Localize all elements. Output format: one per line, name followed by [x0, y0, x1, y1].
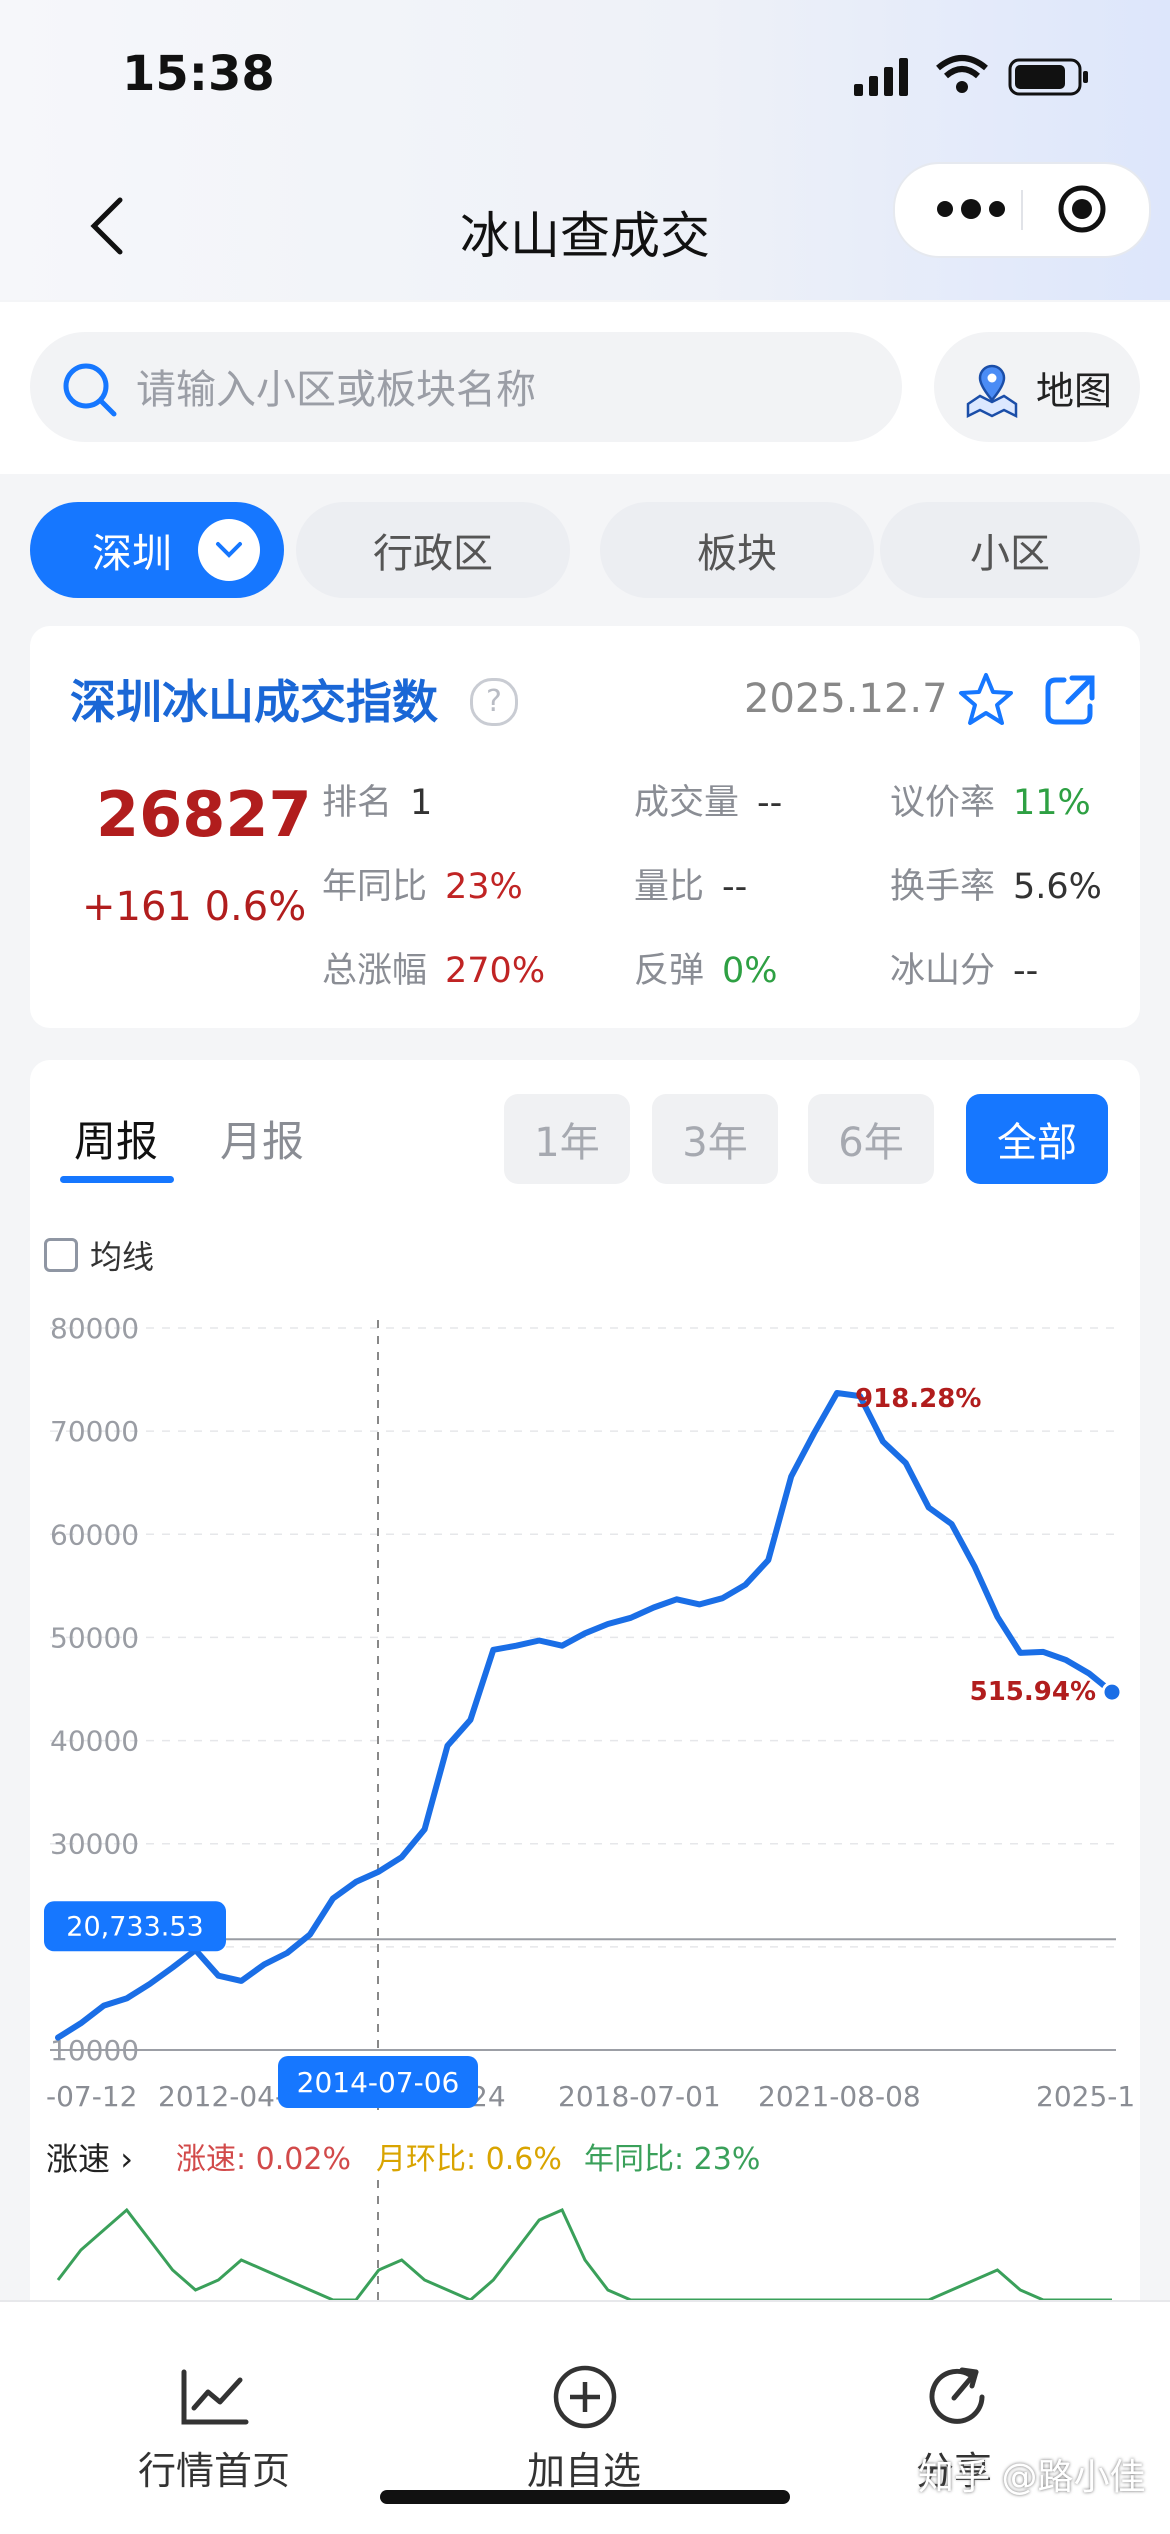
metric-label: 量比	[634, 867, 705, 907]
tab-district[interactable]: 行政区	[296, 502, 570, 598]
close-target-icon[interactable]	[1057, 184, 1107, 234]
speed-value: 涨速: 0.02%	[176, 2142, 351, 2177]
metric-3: 年同比 23%	[322, 858, 523, 909]
metric-value: 23%	[445, 867, 523, 907]
mom-value: 月环比: 0.6%	[376, 2142, 562, 2177]
watermark: 知乎 @路小佳	[918, 2457, 1146, 2498]
series-end-point	[1101, 1681, 1123, 1703]
ma-checkbox[interactable]	[44, 1238, 78, 1272]
index-line-chart[interactable]: 80000 70000 60000 50000 40000 30000 10000 918.2…	[0, 1280, 1170, 2120]
tab-community[interactable]: 小区	[880, 502, 1140, 598]
metric-value: --	[757, 783, 783, 823]
metric-0: 排名 1	[322, 774, 432, 825]
tab-weekly-underline	[60, 1176, 174, 1183]
tab-block-label: 板块	[697, 531, 777, 577]
value-tooltip-text: 20,733.53	[66, 1911, 203, 1942]
speed-chart	[56, 2180, 1112, 2300]
y-tick-label: 30000	[50, 1828, 139, 1861]
tab-monthly[interactable]: 月报	[220, 1108, 304, 1169]
metric-5: 换手率 5.6%	[890, 858, 1102, 909]
ma-label: 均线	[90, 1238, 155, 1276]
home-indicator	[380, 2490, 790, 2504]
y-tick-label: 50000	[50, 1621, 139, 1654]
metric-value: 11%	[1013, 783, 1091, 823]
nav-add[interactable]: 加自选	[434, 2440, 734, 2495]
tab-city-label: 深圳	[92, 531, 172, 577]
chevron-down-icon	[198, 519, 260, 581]
search-icon	[63, 363, 117, 417]
y-tick-label: 60000	[50, 1518, 139, 1551]
star-icon[interactable]	[956, 670, 1016, 730]
speed-toggle[interactable]: 涨速 ›	[46, 2134, 133, 2180]
range-6y[interactable]: 6年	[808, 1094, 934, 1184]
metric-label: 反弹	[634, 951, 705, 991]
x-tick-label: 2021-08-08	[758, 2080, 921, 2113]
index-value: 26827	[96, 778, 312, 851]
x-tick-label: 2018-07-01	[558, 2080, 721, 2113]
metric-label: 年同比	[322, 867, 428, 907]
speed-label: 涨速	[46, 2140, 111, 2178]
metric-7: 反弹 0%	[634, 942, 778, 993]
metric-4: 量比 --	[634, 858, 747, 909]
tab-weekly[interactable]: 周报	[74, 1108, 158, 1169]
metric-8: 冰山分 --	[890, 942, 1038, 993]
y-tick-label: 10000	[50, 2034, 139, 2067]
metric-label: 换手率	[890, 867, 996, 907]
share-external-icon[interactable]	[1042, 672, 1098, 728]
map-label: 地图	[1036, 369, 1113, 413]
capsule-divider	[1021, 190, 1023, 230]
search-placeholder: 请输入小区或板块名称	[136, 367, 536, 413]
range-1y[interactable]: 1年	[504, 1094, 630, 1184]
metric-6: 总涨幅 270%	[322, 942, 545, 993]
metric-label: 排名	[322, 783, 393, 823]
peak-label: 918.28%	[855, 1384, 981, 1414]
x-tick-label: 2025-1	[1036, 2080, 1135, 2113]
metric-value: --	[722, 867, 748, 907]
metric-value: 1	[410, 783, 433, 823]
end-label: 515.94%	[970, 1677, 1096, 1707]
range-3y[interactable]: 3年	[652, 1094, 778, 1184]
y-tick-label: 70000	[50, 1415, 139, 1448]
chevron-right-icon: ›	[110, 2140, 133, 2178]
y-tick-label: 80000	[50, 1312, 139, 1345]
speed-line	[56, 2207, 1112, 2300]
miniprogram-capsule	[893, 162, 1151, 258]
date-tooltip-text: 2014-07-06	[297, 2066, 460, 2099]
metric-value: 270%	[445, 951, 546, 991]
wifi-icon	[936, 55, 988, 93]
nav-home[interactable]: 行情首页	[64, 2440, 364, 2495]
yoy-value: 年同比: 23%	[584, 2142, 761, 2177]
share-icon[interactable]	[924, 2364, 990, 2430]
signal-icon	[854, 58, 908, 96]
x-tick-label: -07-12	[46, 2080, 137, 2113]
metric-value: --	[1013, 951, 1039, 991]
metric-value: 0%	[722, 951, 778, 991]
range-all[interactable]: 全部	[966, 1094, 1108, 1184]
metric-label: 成交量	[634, 783, 740, 823]
trend-chart-icon[interactable]	[178, 2368, 250, 2428]
more-dots-icon[interactable]	[931, 186, 1011, 232]
tab-city[interactable]: 深圳	[30, 502, 284, 598]
tab-block[interactable]: 板块	[600, 502, 874, 598]
y-tick-label: 40000	[50, 1725, 139, 1758]
tab-community-label: 小区	[970, 531, 1050, 577]
status-time: 15:38	[122, 46, 275, 102]
metric-label: 冰山分	[890, 951, 996, 991]
battery-icon	[1008, 58, 1088, 96]
metric-value: 5.6%	[1013, 867, 1102, 907]
x-tick-label: 2012-04-	[158, 2080, 285, 2113]
index-date: 2025.12.7	[744, 676, 948, 722]
metric-2: 议价率 11%	[890, 774, 1091, 825]
add-circle-icon[interactable]	[552, 2364, 618, 2430]
metric-label: 总涨幅	[322, 951, 428, 991]
help-icon[interactable]: ?	[470, 678, 518, 726]
metric-1: 成交量 --	[634, 774, 782, 825]
index-change: +161 0.6%	[82, 884, 307, 930]
metric-label: 议价率	[890, 783, 996, 823]
index-title: 深圳冰山成交指数	[70, 675, 438, 729]
tab-district-label: 行政区	[373, 531, 493, 577]
map-pin-icon	[966, 364, 1018, 419]
